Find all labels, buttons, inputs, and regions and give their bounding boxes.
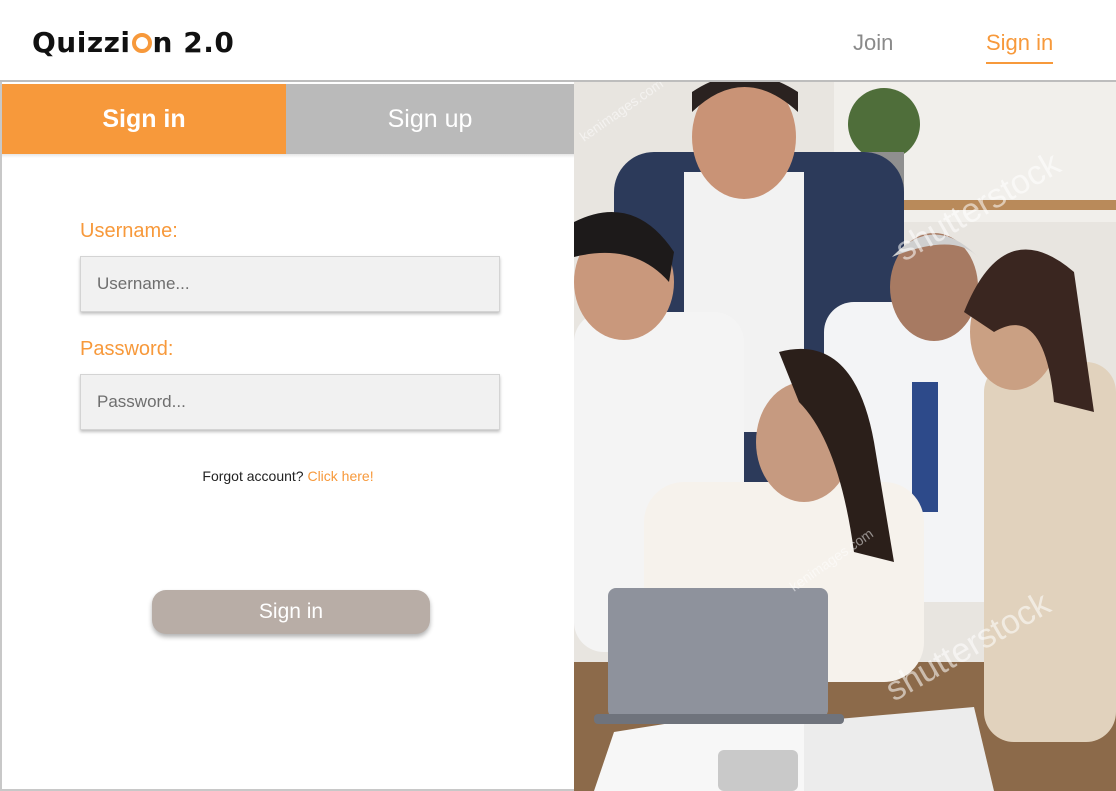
- tab-divider: [2, 154, 574, 158]
- top-header: Quizzi n 2.0 Join Sign in: [0, 0, 1116, 82]
- password-label: Password:: [80, 338, 174, 360]
- logo-text-end: n 2.0: [152, 26, 235, 59]
- forgot-account-row: Forgot account? Click here!: [2, 468, 574, 484]
- nav-signin-link[interactable]: Sign in: [986, 30, 1054, 64]
- nav-join-link[interactable]: Join: [853, 30, 893, 56]
- auth-panel: Sign in Sign up Username: Password: Forg…: [0, 82, 574, 791]
- app-logo[interactable]: Quizzi n 2.0: [32, 26, 234, 59]
- tab-signin[interactable]: Sign in: [2, 84, 286, 154]
- forgot-account-text: Forgot account?: [202, 468, 304, 484]
- logo-o-ring-icon: [131, 33, 152, 53]
- password-input[interactable]: [80, 374, 500, 430]
- username-label: Username:: [80, 220, 178, 242]
- forgot-account-link[interactable]: Click here!: [307, 468, 373, 484]
- signin-submit-button[interactable]: Sign in: [152, 590, 430, 634]
- logo-text-start: Quizzi: [32, 26, 131, 59]
- username-input[interactable]: [80, 256, 500, 312]
- team-photo-illustration: shutterstock shutterstock kenimages.com …: [574, 82, 1116, 791]
- tab-signup[interactable]: Sign up: [286, 84, 574, 154]
- hero-team-photo: shutterstock shutterstock kenimages.com …: [574, 82, 1116, 791]
